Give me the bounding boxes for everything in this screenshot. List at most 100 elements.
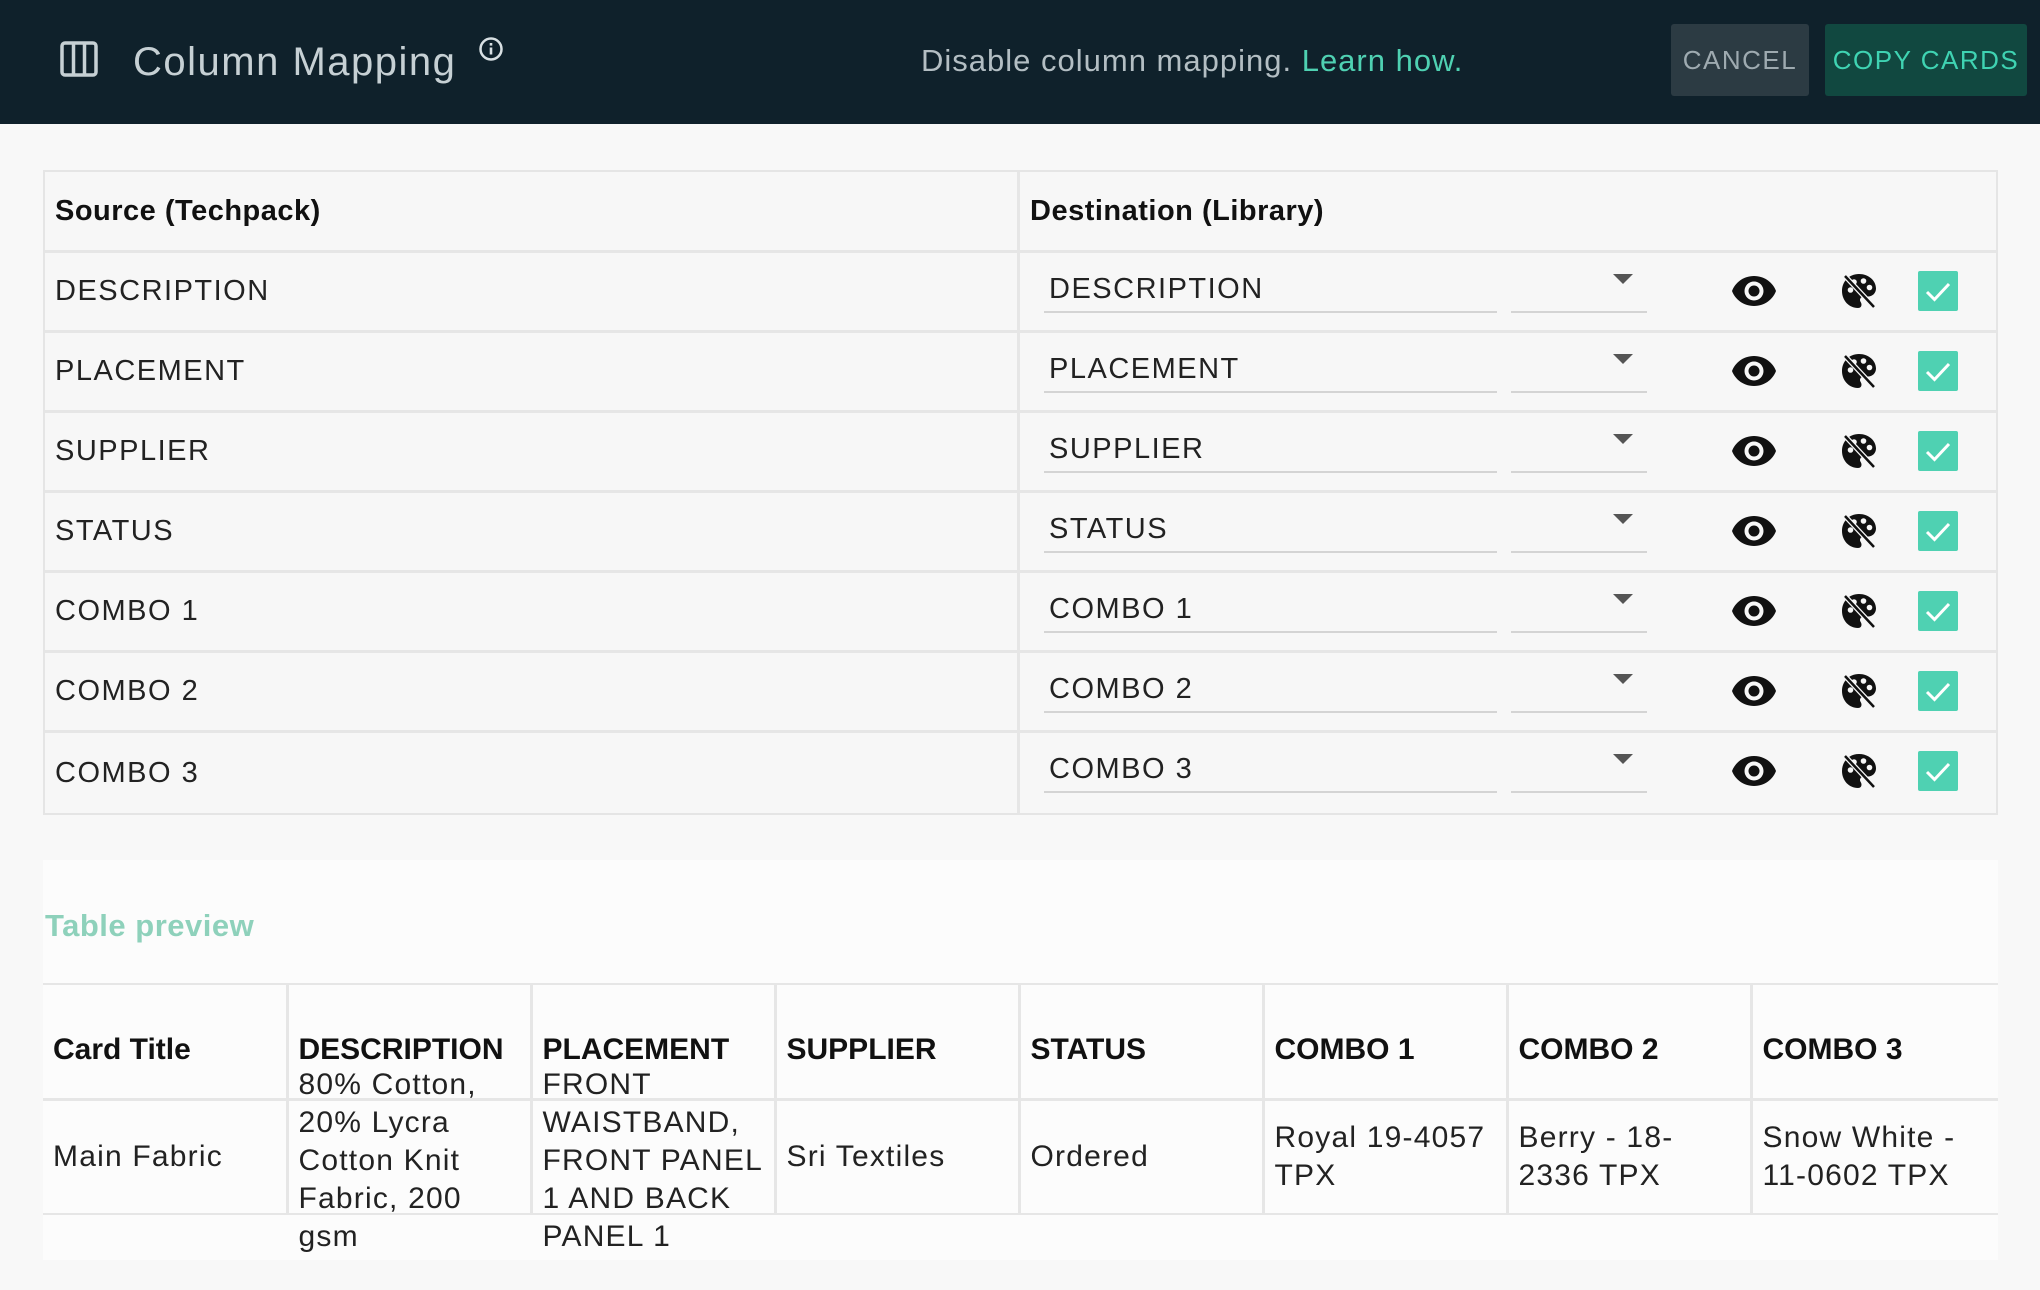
eye-icon[interactable] bbox=[1731, 354, 1777, 388]
destination-column-header: Destination (Library) bbox=[1030, 194, 1325, 227]
preview-column-header: SUPPLIER bbox=[775, 983, 1021, 1101]
destination-field-input[interactable]: DESCRIPTION bbox=[1044, 265, 1497, 313]
mapping-checkbox[interactable] bbox=[1918, 751, 1958, 791]
destination-cell: SUPPLIER bbox=[1020, 413, 1996, 490]
source-field-label: COMBO 3 bbox=[45, 733, 1020, 813]
checkbox-checked-icon bbox=[1925, 682, 1951, 702]
preview-cell: Royal 19-4057 TPX bbox=[1263, 1099, 1509, 1215]
preview-cell: Ordered bbox=[1019, 1099, 1265, 1215]
checkbox-checked-icon bbox=[1925, 442, 1951, 462]
preview-cell-text: 80% Cotton, 20% Lycra Cotton Knit Fabric… bbox=[298, 1067, 477, 1253]
app-header: Column Mapping Disable column mapping. L… bbox=[0, 0, 2040, 124]
destination-dropdown[interactable] bbox=[1511, 505, 1647, 553]
preview-cell: Snow White - 11-0602 TPX bbox=[1751, 1099, 1998, 1215]
mapping-checkbox[interactable] bbox=[1918, 351, 1958, 391]
mapping-row: COMBO 2 COMBO 2 bbox=[45, 653, 1996, 733]
table-row: Main Fabric 80% Cotton, 20% Lycra Cotton … bbox=[43, 1068, 1998, 1253]
mapping-checkbox[interactable] bbox=[1918, 511, 1958, 551]
mapping-row: PLACEMENT PLACEMENT bbox=[45, 333, 1996, 413]
preview-column-header: COMBO 1 bbox=[1263, 983, 1509, 1101]
chevron-down-icon bbox=[1613, 354, 1633, 364]
destination-dropdown[interactable] bbox=[1511, 425, 1647, 473]
column-mapping-table: Source (Techpack) Destination (Library) … bbox=[43, 170, 1998, 815]
page-title: Column Mapping bbox=[133, 40, 457, 84]
destination-cell: COMBO 3 bbox=[1020, 733, 1996, 813]
destination-cell: STATUS bbox=[1020, 493, 1996, 570]
eye-icon[interactable] bbox=[1731, 754, 1777, 788]
preview-cell: Sri Textiles bbox=[775, 1099, 1021, 1215]
preview-cell: Berry - 18-2336 TPX bbox=[1507, 1099, 1753, 1215]
chevron-down-icon bbox=[1613, 514, 1633, 524]
checkbox-checked-icon bbox=[1925, 522, 1951, 542]
checkbox-checked-icon bbox=[1925, 282, 1951, 302]
destination-dropdown[interactable] bbox=[1511, 745, 1647, 793]
destination-cell: PLACEMENT bbox=[1020, 333, 1996, 410]
preview-column-header: STATUS bbox=[1019, 983, 1265, 1101]
preview-cell: 80% Cotton, 20% Lycra Cotton Knit Fabric… bbox=[287, 1068, 533, 1253]
destination-dropdown[interactable] bbox=[1511, 665, 1647, 713]
mapping-row: COMBO 1 COMBO 1 bbox=[45, 573, 1996, 653]
palette-off-icon[interactable] bbox=[1839, 671, 1879, 711]
source-field-label: SUPPLIER bbox=[45, 413, 1020, 490]
checkbox-checked-icon bbox=[1925, 762, 1951, 782]
palette-off-icon[interactable] bbox=[1839, 591, 1879, 631]
destination-field-input[interactable]: SUPPLIER bbox=[1044, 425, 1497, 473]
info-icon[interactable] bbox=[478, 36, 504, 62]
learn-how-link[interactable]: Learn how. bbox=[1302, 43, 1464, 78]
preview-column-header: Card Title bbox=[43, 983, 289, 1101]
cancel-button[interactable]: CANCEL bbox=[1671, 24, 1809, 96]
chevron-down-icon bbox=[1613, 754, 1633, 764]
preview-column-header: COMBO 2 bbox=[1507, 983, 1753, 1101]
preview-cell: FRONT WAISTBAND, FRONT PANEL 1 AND BACK … bbox=[531, 1068, 777, 1253]
mapping-checkbox[interactable] bbox=[1918, 671, 1958, 711]
eye-icon[interactable] bbox=[1731, 274, 1777, 308]
source-field-label: COMBO 2 bbox=[45, 653, 1020, 730]
mapping-row: COMBO 3 COMBO 3 bbox=[45, 733, 1996, 813]
destination-field-input[interactable]: PLACEMENT bbox=[1044, 345, 1497, 393]
palette-off-icon[interactable] bbox=[1839, 271, 1879, 311]
checkbox-checked-icon bbox=[1925, 362, 1951, 382]
mapping-checkbox[interactable] bbox=[1918, 591, 1958, 631]
palette-off-icon[interactable] bbox=[1839, 351, 1879, 391]
mapping-row: STATUS STATUS bbox=[45, 493, 1996, 573]
destination-cell: DESCRIPTION bbox=[1020, 253, 1996, 330]
mapping-header-row: Source (Techpack) Destination (Library) bbox=[45, 172, 1996, 253]
palette-off-icon[interactable] bbox=[1839, 511, 1879, 551]
chevron-down-icon bbox=[1613, 434, 1633, 444]
eye-icon[interactable] bbox=[1731, 514, 1777, 548]
destination-cell: COMBO 1 bbox=[1020, 573, 1996, 650]
disable-mapping-notice: Disable column mapping. Learn how. bbox=[921, 42, 1463, 80]
destination-field-input[interactable]: COMBO 2 bbox=[1044, 665, 1497, 713]
eye-icon[interactable] bbox=[1731, 674, 1777, 708]
palette-off-icon[interactable] bbox=[1839, 431, 1879, 471]
table-preview-label: Table preview bbox=[45, 908, 255, 943]
chevron-down-icon bbox=[1613, 274, 1633, 284]
destination-cell: COMBO 2 bbox=[1020, 653, 1996, 730]
mapping-row: DESCRIPTION DESCRIPTION bbox=[45, 253, 1996, 333]
preview-cell: Main Fabric bbox=[43, 1099, 289, 1215]
preview-column-header: COMBO 3 bbox=[1751, 983, 1998, 1101]
source-field-label: COMBO 1 bbox=[45, 573, 1020, 650]
eye-icon[interactable] bbox=[1731, 594, 1777, 628]
chevron-down-icon bbox=[1613, 674, 1633, 684]
palette-off-icon[interactable] bbox=[1839, 751, 1879, 791]
copy-cards-button[interactable]: COPY CARDS bbox=[1825, 24, 2027, 96]
source-field-label: DESCRIPTION bbox=[45, 253, 1020, 330]
mapping-row: SUPPLIER SUPPLIER bbox=[45, 413, 1996, 493]
mapping-checkbox[interactable] bbox=[1918, 271, 1958, 311]
source-field-label: STATUS bbox=[45, 493, 1020, 570]
destination-dropdown[interactable] bbox=[1511, 585, 1647, 633]
eye-icon[interactable] bbox=[1731, 434, 1777, 468]
preview-cell-text: FRONT WAISTBAND, FRONT PANEL 1 AND BACK … bbox=[542, 1067, 762, 1253]
destination-field-input[interactable]: STATUS bbox=[1044, 505, 1497, 553]
notice-text: Disable column mapping. bbox=[921, 43, 1293, 78]
source-field-label: PLACEMENT bbox=[45, 333, 1020, 410]
chevron-down-icon bbox=[1613, 594, 1633, 604]
destination-dropdown[interactable] bbox=[1511, 345, 1647, 393]
destination-field-input[interactable]: COMBO 1 bbox=[1044, 585, 1497, 633]
mapping-checkbox[interactable] bbox=[1918, 431, 1958, 471]
view-column-icon[interactable] bbox=[60, 41, 98, 77]
preview-table: Card Title DESCRIPTION PLACEMENT SUPPLIER ST… bbox=[43, 983, 1998, 1253]
destination-dropdown[interactable] bbox=[1511, 265, 1647, 313]
destination-field-input[interactable]: COMBO 3 bbox=[1044, 745, 1497, 793]
